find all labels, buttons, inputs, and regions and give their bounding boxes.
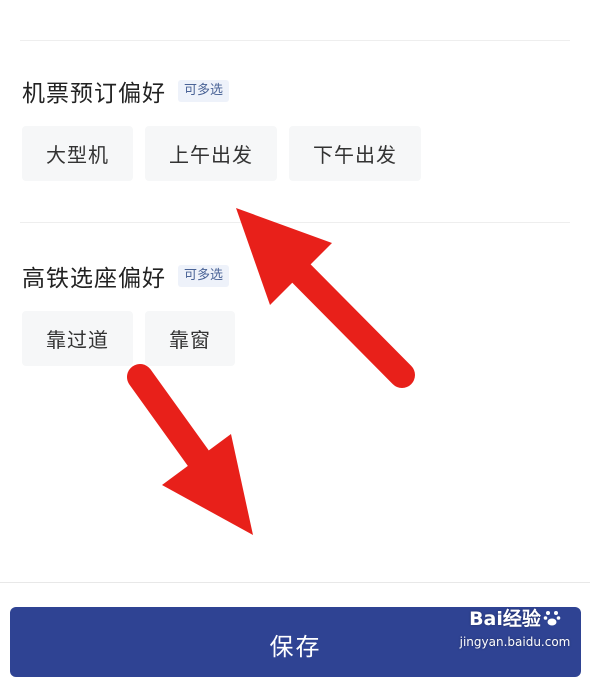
footer-divider [0,582,590,583]
flight-preference-header: 机票预订偏好 可多选 [22,74,230,108]
red-arrow-icon [236,208,415,388]
top-divider [20,40,570,41]
train-seat-preference-title: 高铁选座偏好 [22,266,166,292]
save-button-label: 保存 [269,633,322,661]
section-divider [20,222,570,223]
multi-select-badge: 可多选 [178,80,230,102]
option-afternoon-departure[interactable]: 下午出发 [289,126,421,181]
flight-preference-title: 机票预订偏好 [22,81,166,107]
save-button[interactable]: 保存 [10,607,581,677]
option-large-aircraft[interactable]: 大型机 [22,126,133,181]
option-morning-departure[interactable]: 上午出发 [145,126,277,181]
train-seat-preference-options: 靠过道 靠窗 [22,311,235,366]
multi-select-badge: 可多选 [178,265,230,287]
train-seat-preference-header: 高铁选座偏好 可多选 [22,259,230,293]
option-window-seat[interactable]: 靠窗 [145,311,235,366]
option-aisle-seat[interactable]: 靠过道 [22,311,133,366]
red-arrow-icon [127,364,253,535]
flight-preference-options: 大型机 上午出发 下午出发 [22,126,421,181]
